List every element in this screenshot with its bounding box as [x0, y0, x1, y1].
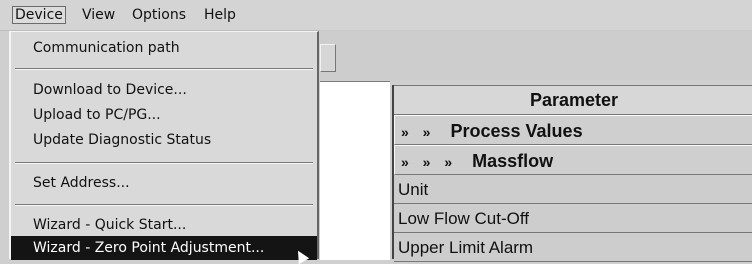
menu-item-wizard-quick-start[interactable]: Wizard - Quick Start...: [11, 213, 317, 237]
tree-panel: [320, 81, 390, 260]
group-row-process-values[interactable]: » » Process Values: [394, 115, 752, 145]
menu-item-set-address[interactable]: Set Address...: [11, 171, 317, 195]
device-dropdown-menu: Communication path Download to Device...…: [9, 31, 319, 260]
menu-bar: Device View Options Help: [0, 0, 752, 31]
menu-item-communication-path[interactable]: Communication path: [11, 36, 317, 60]
menu-options[interactable]: Options: [132, 7, 186, 23]
expand-arrows-icon: » »: [401, 124, 436, 140]
menu-help[interactable]: Help: [204, 7, 236, 23]
group-row-massflow[interactable]: » » » Massflow: [394, 145, 752, 175]
parameter-column-header[interactable]: Parameter: [394, 85, 752, 115]
group-label: Massflow: [472, 151, 554, 171]
toolbar: [320, 30, 752, 80]
menu-separator: [15, 68, 313, 70]
toolbar-button[interactable]: [320, 44, 336, 72]
menu-item-upload-to-pc[interactable]: Upload to PC/PG...: [11, 103, 317, 127]
menu-device[interactable]: Device: [12, 6, 66, 24]
row-label: Low Flow Cut-Off: [398, 209, 530, 228]
menu-separator: [15, 204, 313, 206]
group-label: Process Values: [450, 121, 583, 141]
menu-item-wizard-zero-point-adjustment[interactable]: Wizard - Zero Point Adjustment...: [11, 236, 317, 260]
row-label: Unit: [398, 180, 429, 199]
menu-separator: [15, 162, 313, 164]
menu-item-download-to-device[interactable]: Download to Device...: [11, 78, 317, 102]
expand-arrows-icon: » » »: [401, 154, 458, 170]
table-row[interactable]: Low Flow Cut-Off: [394, 204, 752, 233]
table-row[interactable]: Unit: [394, 175, 752, 204]
menu-item-update-diagnostic-status[interactable]: Update Diagnostic Status: [11, 128, 317, 152]
parameter-table: Parameter » » Process Values » » » Massf…: [392, 85, 752, 262]
menu-view[interactable]: View: [82, 7, 115, 23]
row-label: Upper Limit Alarm: [398, 238, 534, 257]
table-row[interactable]: Upper Limit Alarm: [394, 233, 752, 262]
